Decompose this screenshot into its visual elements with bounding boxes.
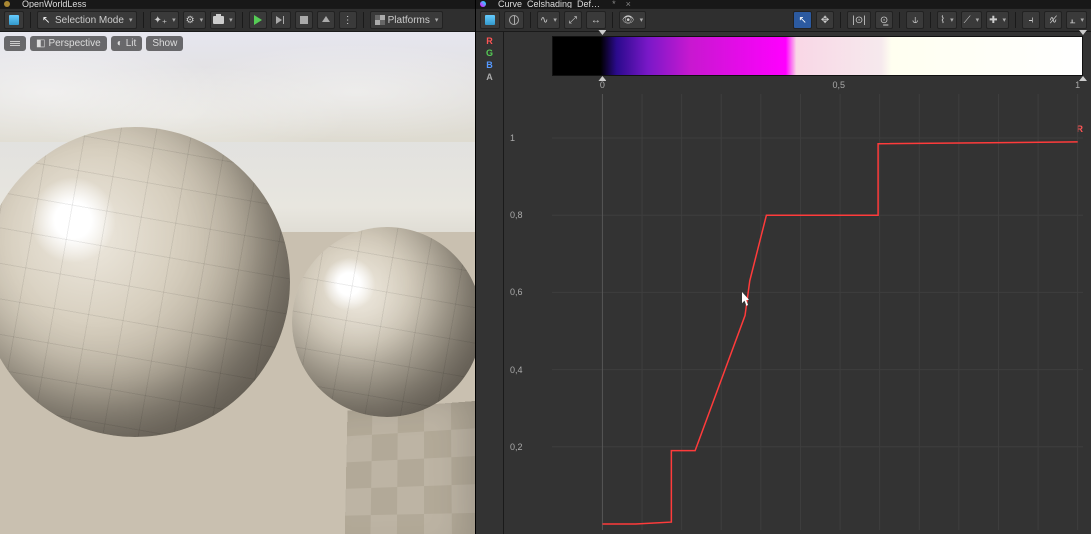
platforms-icon [375, 15, 385, 25]
curve-editor-panel: Curve_Celshading_Def… * × ∿ ⤢ ↔ 👁 ↖ ✥ |⊙… [476, 0, 1091, 534]
scene-sphere-small [292, 227, 475, 417]
x-axis: 0 0,5 1 [552, 80, 1083, 94]
step-icon [276, 15, 286, 25]
snap-value-button[interactable]: ⊙̲ [875, 11, 893, 29]
tangent-constant-dropdown[interactable]: ✚ [986, 11, 1009, 29]
channel-a[interactable]: A [476, 72, 503, 84]
gradient-key-top[interactable] [598, 30, 606, 35]
scene-cube [344, 398, 475, 534]
viewport-overlay: ◧Perspective ◐Lit Show [4, 36, 183, 51]
lock-axis-button[interactable]: ⫝ [906, 11, 924, 29]
flatten-button[interactable]: ⫞ [1022, 11, 1040, 29]
x-tick: 0 [600, 80, 605, 90]
asset-icon [4, 1, 10, 7]
left-tabbar: OpenWorldLess [0, 0, 475, 8]
curve-svg [552, 94, 1083, 530]
x-tick: 0,5 [832, 80, 845, 90]
tangent-linear-dropdown[interactable]: ⟋ [961, 11, 983, 29]
channel-b[interactable]: B [476, 60, 503, 72]
lit-mode-dropdown[interactable]: ◐Lit [111, 36, 143, 51]
channel-r[interactable]: R [476, 36, 503, 48]
tangent-cubic-dropdown[interactable]: ⌇ [937, 11, 956, 29]
left-toolbar: ↖ Selection Mode ✦₊ ⚙ ⋮ Platforms [0, 8, 475, 32]
y-tick: 0,4 [510, 365, 523, 375]
snap-time-button[interactable]: |⊙| [847, 11, 871, 29]
transform-tool-button[interactable]: ✥ [816, 11, 834, 29]
browse-icon [509, 15, 519, 25]
show-dropdown[interactable]: Show [146, 36, 183, 51]
visibility-dropdown[interactable]: 👁 [619, 11, 646, 29]
viewport-menu-button[interactable] [4, 36, 26, 51]
y-tick: 0,2 [510, 442, 523, 452]
y-tick: 0,8 [510, 210, 523, 220]
platforms-label: Platforms [388, 15, 430, 26]
gradient-preview [552, 36, 1083, 76]
channel-column: R G B A [476, 32, 504, 534]
save-curve-button[interactable] [480, 11, 500, 29]
filters-dropdown[interactable]: ⫠ [1066, 11, 1087, 29]
add-content-dropdown[interactable]: ✦₊ [150, 11, 178, 29]
blueprint-dropdown[interactable]: ⚙ [183, 11, 206, 29]
y-tick: 1 [510, 133, 515, 143]
x-tick: 1 [1075, 80, 1080, 90]
selection-mode-label: Selection Mode [55, 15, 124, 26]
gradient-key-top[interactable] [1079, 30, 1087, 35]
zoom-fit-button[interactable]: ⤢ [564, 11, 582, 29]
curve-graph[interactable]: R 10,80,60,40,2 [508, 94, 1083, 530]
curve-body[interactable]: 0 0,5 1 R 10,80,60,40,2 [504, 32, 1091, 534]
curve-area: R G B A 0 0,5 1 [476, 32, 1091, 534]
selection-mode-dropdown[interactable]: ↖ Selection Mode [37, 11, 137, 29]
eject-button[interactable] [317, 11, 335, 29]
right-tabbar: Curve_Celshading_Def… * × [476, 0, 1091, 8]
lit-label: Lit [126, 38, 137, 49]
bulb-icon: ◐ [117, 38, 123, 49]
curve-asset-icon [480, 1, 486, 7]
select-tool-button[interactable]: ↖ [793, 11, 811, 29]
platforms-dropdown[interactable]: Platforms [370, 11, 444, 29]
right-toolbar: ∿ ⤢ ↔ 👁 ↖ ✥ |⊙| ⊙̲ ⫝ ⌇ ⟋ ✚ ⫞ ∿̸ ⫠ [476, 8, 1091, 32]
hamburger-icon [10, 41, 20, 46]
straighten-button[interactable]: ∿̸ [1044, 11, 1062, 29]
save-icon [9, 15, 19, 25]
view-dropdown[interactable]: ∿ [537, 11, 560, 29]
cursor-mode-icon: ↖ [42, 15, 52, 25]
step-button[interactable] [271, 11, 291, 29]
add-icon: ✦₊ [153, 15, 167, 26]
blueprint-icon: ⚙ [186, 15, 195, 26]
zoom-fit-h-button[interactable]: ↔ [586, 11, 606, 29]
gradient-bar[interactable] [552, 36, 1083, 76]
level-editor-panel: OpenWorldLess ↖ Selection Mode ✦₊ ⚙ ⋮ Pl… [0, 0, 476, 534]
channel-g[interactable]: G [476, 48, 503, 60]
cinematics-dropdown[interactable] [210, 11, 236, 29]
cinematics-icon [213, 16, 224, 24]
stop-icon [300, 16, 308, 24]
save-icon [485, 15, 495, 25]
perspective-label: Perspective [48, 38, 100, 49]
play-button[interactable] [249, 11, 267, 29]
pointer-icon: ↖ [798, 15, 806, 26]
browse-button[interactable] [504, 11, 524, 29]
play-icon [254, 15, 262, 25]
stop-button[interactable] [295, 11, 313, 29]
perspective-dropdown[interactable]: ◧Perspective [30, 36, 107, 51]
play-options-dropdown[interactable]: ⋮ [339, 11, 357, 29]
save-button[interactable] [4, 11, 24, 29]
y-tick: 0,6 [510, 287, 523, 297]
cube-icon: ◧ [36, 38, 45, 49]
show-label: Show [152, 38, 177, 49]
viewport[interactable]: ◧Perspective ◐Lit Show [0, 32, 475, 534]
eject-icon [322, 16, 330, 22]
